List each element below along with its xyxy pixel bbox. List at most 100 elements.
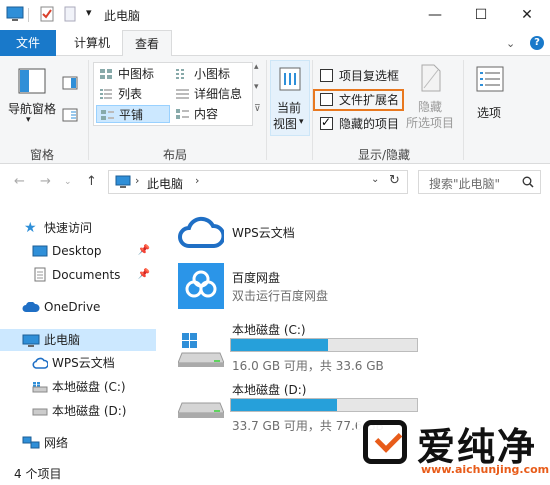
sidebar-item-onedrive[interactable]: OneDrive [0, 296, 156, 318]
tab-view[interactable]: 查看 [122, 30, 172, 57]
nav-pane-icon [18, 68, 46, 94]
item-count: 4 个项目 [14, 467, 62, 481]
layout-scroll-up-icon[interactable]: ▴ [254, 62, 259, 72]
show-hide-group-label: 显示/隐藏 [358, 148, 411, 162]
drive-usage-fill [231, 399, 338, 411]
sidebar-item-desktop[interactable]: Desktop 📌 [0, 240, 156, 262]
medium-icons-icon [100, 69, 112, 79]
address-dropdown-icon[interactable]: ⌄ [371, 174, 379, 185]
hide-selected-label-1: 隐藏 [418, 100, 443, 114]
pin-icon[interactable]: 📌 [138, 240, 150, 262]
search-placeholder: 搜索"此电脑" [429, 177, 501, 191]
up-arrow-icon[interactable]: ↑ [86, 174, 97, 189]
search-icon [522, 176, 534, 188]
options-icon [476, 66, 504, 92]
current-view-button[interactable]: 当前 视图 ▾ [270, 60, 310, 136]
layout-medium-icons[interactable]: 中图标 [96, 65, 170, 83]
ribbon-expand-icon[interactable]: ⌄ [506, 37, 515, 50]
breadcrumb-chevron-icon[interactable]: › [195, 174, 199, 187]
watermark: 爱纯净 www.aichunjing.com [357, 414, 550, 485]
star-icon: ★ [24, 220, 37, 236]
item-name: 百度网盘 [232, 271, 281, 285]
new-folder-icon[interactable] [64, 6, 76, 22]
help-icon[interactable]: ? [530, 36, 544, 50]
search-input[interactable]: 搜索"此电脑" [418, 170, 541, 194]
layout-details[interactable]: 详细信息 [172, 85, 250, 103]
drive-usage-bar [230, 398, 418, 412]
drive-usage-fill [231, 339, 328, 351]
tab-file[interactable]: 文件 [0, 30, 56, 56]
onedrive-cloud-icon [22, 302, 40, 312]
forward-arrow-icon[interactable]: → [40, 174, 51, 189]
tab-computer[interactable]: 计算机 [62, 30, 122, 56]
nav-pane-button[interactable]: 导航窗格 ▾ [6, 60, 57, 130]
drive-large-icon [178, 402, 224, 418]
recent-locations-icon[interactable]: ⌄ [64, 177, 72, 187]
item-name: 本地磁盘 (C:) [232, 323, 306, 337]
current-view-icon [279, 67, 301, 91]
item-checkboxes-checkbox[interactable] [320, 69, 333, 82]
drive-icon [32, 408, 48, 416]
desktop-icon [32, 245, 48, 257]
sidebar-item-network[interactable]: 网络 [0, 432, 156, 454]
documents-icon [34, 267, 46, 282]
layout-content[interactable]: 内容 [172, 105, 250, 123]
navigation-pane: ★ 快速访问 Desktop 📌 Documents 📌 OneDrive 此电… [0, 199, 158, 461]
maximize-button[interactable]: ☐ [458, 0, 504, 30]
ribbon-tabs: 文件 计算机 查看 ⌄ ? [0, 30, 550, 57]
hidden-items-label: 隐藏的项目 [339, 117, 400, 131]
current-view-dropdown-icon: ▾ [299, 117, 304, 127]
item-description: 双击运行百度网盘 [232, 289, 329, 303]
windows-drive-large-icon [178, 333, 224, 367]
layout-group-label: 布局 [163, 148, 188, 162]
sidebar-item-drive-d[interactable]: 本地磁盘 (D:) [0, 400, 156, 422]
hide-selected-button[interactable]: 隐藏 所选项目 [404, 60, 460, 136]
sidebar-item-drive-c[interactable]: 本地磁盘 (C:) [0, 376, 156, 398]
layout-tiles[interactable]: 平铺 [96, 105, 170, 123]
refresh-icon[interactable]: ↻ [389, 173, 400, 188]
quick-access-dropdown-icon[interactable]: ▾ [86, 6, 92, 19]
title-bar: ▾ 此电脑 — ☐ ✕ [0, 0, 550, 30]
breadcrumb-chevron-icon[interactable]: › [135, 174, 139, 187]
item-checkboxes-label: 项目复选框 [339, 69, 400, 83]
ribbon: 导航窗格 ▾ 窗格 中图标 小图标 列表 详细信息 平铺 内容 ▴ ▾ ⊽ 布局… [0, 56, 550, 164]
list-item-wps-cloud[interactable]: WPS云文档 [174, 211, 434, 253]
properties-icon[interactable] [40, 6, 54, 22]
list-item-drive-c[interactable]: 本地磁盘 (C:) 16.0 GB 可用，共 33.6 GB [174, 319, 434, 373]
layout-more-icon[interactable]: ⊽ [254, 104, 261, 114]
list-item-baidu-netdisk[interactable]: 百度网盘 双击运行百度网盘 [174, 261, 434, 311]
list-icon [100, 89, 112, 99]
breadcrumb-this-pc[interactable]: 此电脑 [147, 175, 183, 192]
hide-selected-icon [421, 64, 441, 92]
current-view-label-2: 视图 [273, 117, 298, 131]
layout-small-icons[interactable]: 小图标 [172, 65, 250, 83]
hidden-items-checkbox[interactable] [320, 115, 333, 130]
layout-list[interactable]: 列表 [96, 85, 170, 103]
computer-icon[interactable] [6, 6, 24, 22]
layout-gallery: 中图标 小图标 列表 详细信息 平铺 内容 [93, 62, 253, 126]
sidebar-item-documents[interactable]: Documents 📌 [0, 264, 156, 286]
options-button[interactable]: 选项 [468, 60, 514, 130]
back-arrow-icon[interactable]: ← [14, 174, 25, 189]
network-icon [22, 436, 40, 449]
nav-pane-label: 导航窗格 [8, 102, 57, 116]
item-description: 16.0 GB 可用，共 33.6 GB [232, 359, 384, 373]
close-button[interactable]: ✕ [504, 0, 550, 30]
baidu-netdisk-icon [178, 263, 224, 309]
details-pane-icon[interactable] [62, 108, 78, 122]
preview-pane-icon[interactable] [62, 76, 78, 90]
wps-cloud-icon [32, 357, 48, 369]
nav-pane-dropdown-icon: ▾ [26, 115, 31, 125]
pin-icon[interactable]: 📌 [138, 264, 150, 286]
sidebar-item-wps-cloud[interactable]: WPS云文档 [0, 352, 156, 374]
window-title: 此电脑 [104, 9, 141, 23]
minimize-button[interactable]: — [412, 0, 458, 30]
layout-scroll-down-icon[interactable]: ▾ [254, 82, 259, 92]
sidebar-item-this-pc[interactable]: 此电脑 [0, 329, 156, 351]
hide-selected-label-2: 所选项目 [406, 116, 455, 130]
item-name: WPS云文档 [232, 226, 295, 240]
file-extensions-highlight [313, 89, 404, 111]
sidebar-item-quick-access[interactable]: ★ 快速访问 [0, 217, 156, 239]
address-bar[interactable]: › 此电脑 › ⌄ ↻ [108, 170, 408, 194]
item-name: 本地磁盘 (D:) [232, 383, 307, 397]
